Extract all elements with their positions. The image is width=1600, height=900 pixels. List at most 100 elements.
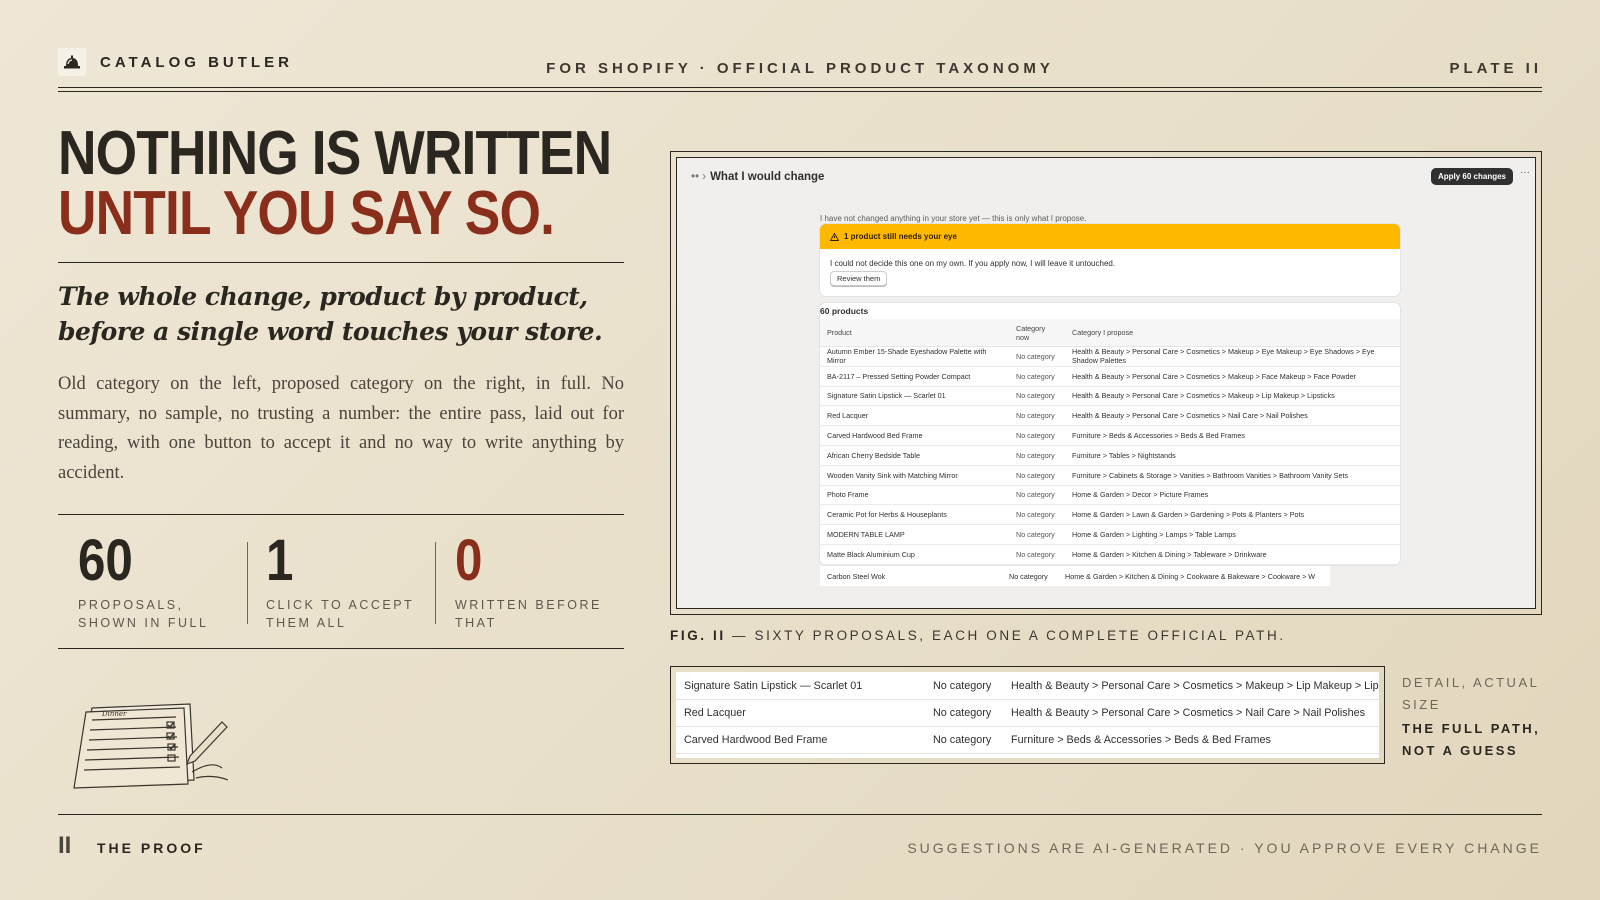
table-row: Photo Frame No category Home & Garden > De…	[820, 485, 1400, 506]
product-name: African Cherry Bedside Table	[820, 445, 1009, 466]
stat-value: 1	[266, 528, 294, 593]
detail-table: Signature Satin Lipstick — Scarlet 01 No…	[676, 672, 1379, 758]
banner-text: I could not decide this one on my own. I…	[830, 259, 1116, 268]
stats-rule-bottom	[58, 648, 624, 649]
category-now: No category	[1009, 524, 1065, 545]
review-banner: 1 product still needs your eye I could n…	[820, 224, 1400, 296]
category-proposed: Furniture > Cabinets & Storage > Vanitie…	[1065, 465, 1400, 486]
section-label: THE PROOF	[97, 840, 206, 856]
stat-proposals: 60 PROPOSALS, SHOWN IN FULL	[78, 532, 248, 632]
column-category-proposed: Category I propose	[1065, 319, 1400, 347]
brand-name: CATALOG BUTLER	[100, 53, 293, 71]
category-now: No category	[1009, 346, 1065, 367]
product-name: Wooden Vanity Sink with Matching Mirror	[820, 465, 1009, 486]
figure-caption: FIG. II — SIXTY PROPOSALS, EACH ONE A CO…	[670, 628, 1286, 643]
category-proposed: Health & Beauty > Personal Care > Cosmet…	[1011, 680, 1379, 692]
brand: CATALOG BUTLER	[58, 48, 293, 76]
stat-clicks: 1 CLICK TO ACCEPT THEM ALL	[266, 532, 436, 632]
stat-label: PROPOSALS, SHOWN IN FULL	[78, 598, 209, 630]
category-proposed: Home & Garden > Lighting > Lamps > Table…	[1065, 524, 1400, 545]
category-now: No category	[1009, 445, 1065, 466]
category-proposed: Furniture > Beds & Accessories > Beds & …	[1011, 734, 1271, 746]
section-numeral: II	[58, 832, 72, 859]
category-proposed: Health & Beauty > Personal Care > Cosmet…	[1065, 346, 1400, 367]
table-row: Autumn Ember 15-Shade Eyeshadow Palette …	[820, 346, 1400, 367]
product-name: Ceramic Pot for Herbs & Houseplants	[820, 504, 1009, 526]
app-screenshot: •• › What I would change Apply 60 changes…	[676, 157, 1536, 609]
detail-frame: Signature Satin Lipstick — Scarlet 01 No…	[670, 666, 1385, 764]
category-proposed: Health & Beauty > Personal Care > Cosmet…	[1065, 405, 1400, 427]
table-row: BA-2117 – Pressed Setting Powder Compact…	[820, 366, 1400, 387]
table-header-row: Product Category now Category I propose	[820, 319, 1400, 347]
detail-label: DETAIL, ACTUAL SIZE	[1402, 675, 1539, 712]
stat-divider	[435, 542, 436, 624]
table-title: 60 products	[820, 306, 869, 316]
detail-row: Carved Hardwood Bed Frame No category Fu…	[676, 726, 1379, 754]
product-name: Signature Satin Lipstick — Scarlet 01	[684, 680, 863, 692]
service-bell-icon	[58, 48, 86, 76]
category-now: No category	[1009, 366, 1065, 387]
table-row: Matte Black Aluminium Cup No category Home…	[820, 544, 1400, 565]
figure-frame: •• › What I would change Apply 60 changes…	[670, 151, 1542, 615]
category-now: No category	[1009, 544, 1065, 565]
apply-changes-button[interactable]: Apply 60 changes	[1430, 168, 1513, 185]
category-now: No category	[1009, 485, 1065, 506]
app-topbar: •• › What I would change Apply 60 changes…	[677, 158, 1535, 198]
detail-row: Red Lacquer No category Health & Beauty …	[676, 699, 1379, 727]
warning-triangle-icon	[830, 232, 839, 241]
category-now: No category	[1009, 572, 1048, 581]
stat-value: 0	[455, 528, 483, 593]
proposals-table: Product Category now Category I propose …	[820, 319, 1400, 565]
product-name: BA-2117 – Pressed Setting Powder Compact	[820, 366, 1009, 387]
table-row: Red Lacquer No category Health & Beauty > …	[820, 405, 1400, 427]
product-name: Photo Frame	[820, 485, 1009, 506]
category-now: No category	[1009, 405, 1065, 427]
products-card: 60 products Product Category now Categor…	[820, 303, 1400, 565]
stat-label: CLICK TO ACCEPT THEM ALL	[266, 598, 414, 630]
category-proposed: Home & Garden > Kitchen & Dining > Cookw…	[1065, 572, 1316, 581]
product-name: Carved Hardwood Bed Frame	[684, 734, 828, 746]
detail-row: Signature Satin Lipstick — Scarlet 01 No…	[676, 672, 1379, 700]
tagline: FOR SHOPIFY · OFFICIAL PRODUCT TAXONOMY	[546, 60, 1054, 77]
figure-label: FIG. II	[670, 628, 726, 643]
body-copy: Old category on the left, proposed categ…	[58, 374, 624, 483]
headline: NOTHING IS WRITTEN UNTIL YOU SAY SO.	[58, 119, 612, 248]
product-name: Signature Satin Lipstick — Scarlet 01	[820, 386, 1009, 407]
category-now: No category	[1009, 386, 1065, 407]
category-now: No category	[1009, 425, 1065, 446]
product-name: MODERN TABLE LAMP	[820, 524, 1009, 545]
category-now: No category	[933, 707, 992, 719]
category-proposed: Health & Beauty > Personal Care > Cosmet…	[1065, 386, 1400, 407]
product-name: Red Lacquer	[820, 405, 1009, 427]
breadcrumb-prefix[interactable]: •• ›	[691, 171, 706, 183]
category-proposed: Health & Beauty > Personal Care > Cosmet…	[1011, 707, 1366, 719]
category-proposed: Furniture > Beds & Accessories > Beds & …	[1065, 425, 1400, 446]
page-header: CATALOG BUTLER FOR SHOPIFY · OFFICIAL PR…	[58, 44, 1542, 88]
table-row: Wooden Vanity Sink with Matching Mirror N…	[820, 465, 1400, 486]
header-rule-secondary	[58, 91, 1542, 92]
product-name: Autumn Ember 15-Shade Eyeshadow Palette …	[820, 346, 1009, 367]
review-button[interactable]: Review them	[830, 271, 888, 286]
banner-header: 1 product still needs your eye	[820, 224, 1400, 249]
category-now: No category	[1009, 465, 1065, 486]
table-row: MODERN TABLE LAMP No category Home & Garde…	[820, 524, 1400, 545]
breadcrumb: •• › What I would change	[691, 171, 824, 183]
table-row: Signature Satin Lipstick — Scarlet 01 No …	[820, 386, 1400, 407]
category-proposed: Home & Garden > Decor > Picture Frames	[1065, 485, 1400, 506]
checklist-form-with-pen-icon: Dinner	[72, 700, 232, 792]
headline-line-2: UNTIL YOU SAY SO.	[58, 179, 555, 248]
category-proposed: Health & Beauty > Personal Care > Cosmet…	[1065, 366, 1400, 387]
ellipsis-icon[interactable]: ···	[1520, 167, 1530, 178]
column-category-now: Category now	[1009, 319, 1065, 347]
headline-line-1: NOTHING IS WRITTEN	[58, 119, 612, 188]
product-name: Carbon Steel Wok	[827, 572, 886, 581]
stat-label: WRITTEN BEFORE THAT	[455, 598, 602, 630]
banner-title: 1 product still needs your eye	[844, 232, 957, 241]
plate-number: PLATE II	[1449, 60, 1542, 77]
stats-rule-top	[58, 514, 624, 515]
page-title: What I would change	[710, 171, 825, 183]
table-row: Ceramic Pot for Herbs & Houseplants No ca…	[820, 504, 1400, 526]
category-now: No category	[933, 734, 992, 746]
category-now: No category	[1009, 504, 1065, 526]
category-proposed: Furniture > Tables > Nightstands	[1065, 445, 1400, 466]
